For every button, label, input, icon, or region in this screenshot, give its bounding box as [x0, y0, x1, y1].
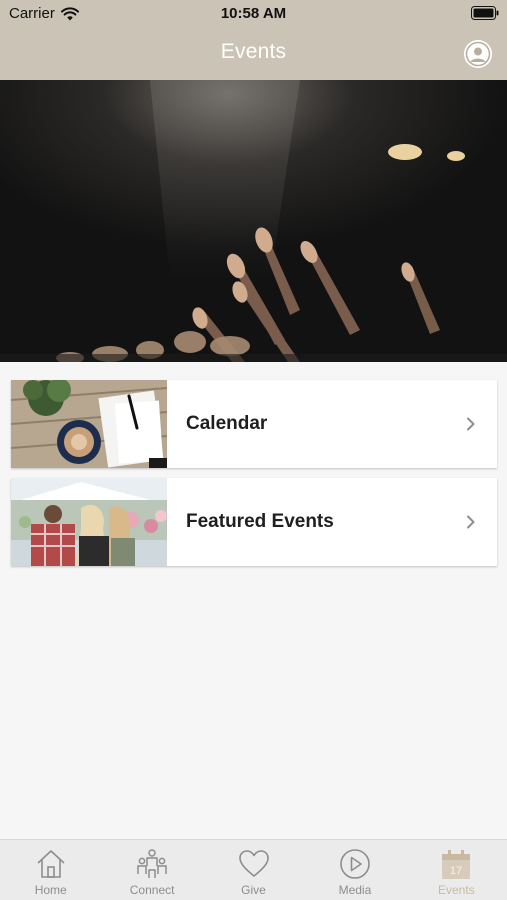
tab-media[interactable]: Media [304, 840, 405, 900]
featured-events-label: Featured Events [186, 511, 334, 532]
tab-home[interactable]: Home [0, 840, 101, 900]
featured-events-card[interactable]: Featured Events [11, 478, 497, 566]
calendar-card[interactable]: Calendar [11, 380, 497, 468]
calendar-icon: 17 [442, 850, 471, 879]
chevron-right-icon [467, 417, 475, 431]
heart-icon [238, 850, 269, 877]
calendar-label: Calendar [186, 413, 268, 434]
people-icon [137, 849, 167, 878]
calendar-thumbnail [11, 380, 167, 468]
app-header: Carrier 10:58 AM Events [0, 0, 507, 80]
events-screen: Carrier 10:58 AM Events Calendar Feature… [0, 0, 507, 900]
tab-media-label: Media [338, 883, 372, 897]
hero-image [0, 80, 507, 362]
user-avatar-icon [464, 40, 492, 68]
tab-connect-label: Connect [129, 883, 175, 897]
tab-events[interactable]: 17 Events [406, 840, 507, 900]
tab-give-label: Give [241, 883, 266, 897]
tab-bar: Home Connect Give Media 17 Events [0, 839, 507, 900]
tab-events-label: Events [437, 883, 475, 897]
concert-hands-image [0, 80, 507, 362]
tab-home-label: Home [34, 883, 67, 897]
tab-connect[interactable]: Connect [101, 840, 202, 900]
notebook-coffee-image [11, 380, 167, 468]
tab-give[interactable]: Give [203, 840, 304, 900]
profile-button[interactable] [464, 40, 492, 68]
battery-icon [471, 6, 499, 20]
status-bar: Carrier 10:58 AM [0, 0, 507, 28]
chevron-right-icon [467, 515, 475, 529]
home-icon [37, 850, 65, 878]
featured-events-thumbnail [11, 478, 167, 566]
status-time: 10:58 AM [220, 5, 287, 22]
crowd-outdoors-image [11, 478, 167, 566]
page-title: Events [220, 40, 287, 63]
play-circle-icon [340, 849, 370, 879]
svg-text:17: 17 [450, 865, 462, 877]
